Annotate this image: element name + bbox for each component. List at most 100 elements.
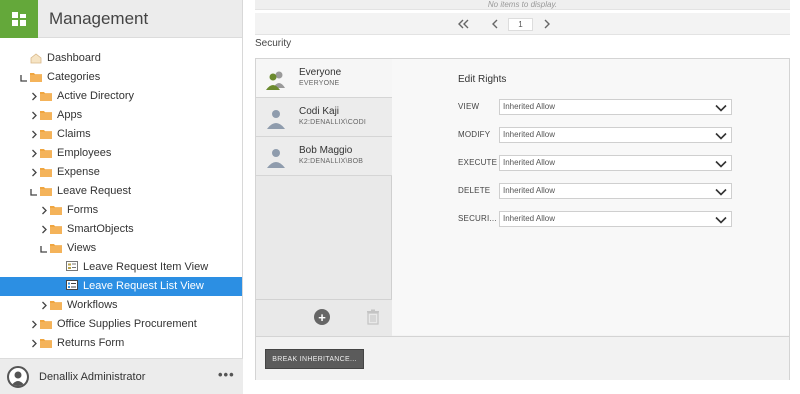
more-options-icon[interactable]: ••• [218, 367, 235, 382]
sidebar-footer: Denallix Administrator ••• [0, 358, 243, 394]
chevron-down-icon [715, 131, 727, 140]
tree-item-label: Apps [57, 109, 83, 121]
folder-icon [50, 204, 62, 218]
tree-item-label: Leave Request Item View [83, 261, 209, 273]
tree-item[interactable]: Employees [0, 144, 242, 163]
tree-item[interactable]: Leave Request Item View [0, 258, 242, 277]
right-permission-select[interactable]: Inherited Allow [499, 155, 732, 171]
user-account: K2:DENALLIX\CODI [299, 119, 366, 126]
tree-item[interactable]: Forms [0, 201, 242, 220]
tree-item-label: Forms [67, 204, 99, 216]
right-label: VIEW [458, 102, 480, 111]
tree-item[interactable]: Leave Request List View [0, 277, 242, 296]
break-inheritance-button[interactable]: BREAK INHERITANCE... [265, 349, 364, 369]
right-row: EXECUTE Inherited Allow [458, 155, 738, 171]
tree-item-label: Leave Request List View [83, 280, 204, 292]
user-list-item[interactable]: Everyone EVERYONE [256, 59, 393, 98]
tree-item[interactable]: SmartObjects [0, 220, 242, 239]
folder-icon [40, 185, 52, 199]
expand-chevron-icon[interactable] [28, 163, 40, 182]
tree-item-label: Employees [57, 147, 112, 159]
tree-item-label: Workflows [67, 299, 118, 311]
security-heading: Security [255, 38, 292, 49]
empty-message: No items to display. [487, 0, 558, 9]
right-permission-select[interactable]: Inherited Allow [499, 183, 732, 199]
pager: 1 [255, 13, 790, 35]
previous-page-icon[interactable] [488, 17, 502, 31]
right-permission-value: Inherited Allow [503, 158, 556, 167]
page-number-input[interactable]: 1 [508, 18, 533, 31]
folder-icon [40, 337, 52, 351]
folder-icon [50, 299, 62, 313]
first-page-icon[interactable] [457, 17, 471, 31]
user-list: + Everyone EVERYONE Codi Kaji K2:DENALLIX\C… [256, 59, 393, 336]
chevron-down-icon [715, 103, 727, 112]
delete-user-icon[interactable] [366, 309, 380, 325]
right-permission-select[interactable]: Inherited Allow [499, 127, 732, 143]
app-title: Management [49, 8, 149, 28]
right-permission-value: Inherited Allow [503, 186, 556, 195]
tree-item-label: Returns Form [57, 337, 125, 349]
user-account: K2:DENALLIX\BOB [299, 158, 364, 165]
collapse-icon[interactable] [38, 239, 50, 258]
right-permission-select[interactable]: Inherited Allow [499, 99, 732, 115]
folder-icon [50, 223, 62, 237]
user-list-item[interactable]: Bob Maggio K2:DENALLIX\BOB [256, 137, 392, 176]
user-name: Everyone [299, 67, 342, 78]
folder-icon [40, 128, 52, 142]
tree-item[interactable]: Categories [0, 68, 242, 87]
right-permission-value: Inherited Allow [503, 102, 556, 111]
expand-chevron-icon[interactable] [28, 334, 40, 353]
right-permission-value: Inherited Allow [503, 130, 556, 139]
tree-item-label: Leave Request [57, 185, 131, 197]
tree-item[interactable]: Office Supplies Procurement [0, 315, 242, 334]
tree-item-label: Categories [47, 71, 101, 83]
collapse-icon[interactable] [28, 182, 40, 201]
expand-chevron-icon[interactable] [38, 201, 50, 220]
next-page-icon[interactable] [540, 17, 554, 31]
right-permission-select[interactable]: Inherited Allow [499, 211, 732, 227]
tree-item[interactable]: Views [0, 239, 242, 258]
right-row: VIEW Inherited Allow [458, 99, 738, 115]
avatar[interactable] [7, 366, 29, 388]
expand-chevron-icon[interactable] [28, 144, 40, 163]
tree-item[interactable]: Workflows [0, 296, 242, 315]
tree-item[interactable]: Leave Request [0, 182, 242, 201]
user-list-item[interactable]: Codi Kaji K2:DENALLIX\CODI [256, 98, 392, 137]
tree-item-label: Office Supplies Procurement [57, 318, 197, 330]
chevron-down-icon [715, 187, 727, 196]
tree-item[interactable]: Active Directory [0, 87, 242, 106]
expand-chevron-icon[interactable] [28, 315, 40, 334]
tree-item-label: Active Directory [57, 90, 135, 102]
right-row: MODIFY Inherited Allow [458, 127, 738, 143]
expand-chevron-icon[interactable] [38, 296, 50, 315]
tree-item[interactable]: Expense [0, 163, 242, 182]
folder-icon [40, 147, 52, 161]
expand-chevron-icon[interactable] [38, 220, 50, 239]
edit-rights-title: Edit Rights [458, 74, 507, 85]
collapse-icon[interactable] [18, 68, 30, 87]
tree-item[interactable]: Apps [0, 106, 242, 125]
app-logo-icon[interactable] [0, 0, 38, 38]
tree-item-label: Claims [57, 128, 91, 140]
add-user-icon[interactable]: + [314, 309, 330, 325]
tree-item-label: Dashboard [47, 52, 101, 64]
right-permission-value: Inherited Allow [503, 214, 556, 223]
security-panel: + Everyone EVERYONE Codi Kaji K2:DENALLIX\C… [255, 58, 790, 380]
folder-icon [30, 71, 42, 85]
right-label: MODIFY [458, 130, 491, 139]
tree-item[interactable]: Dashboard [0, 49, 242, 68]
chevron-down-icon [715, 215, 727, 224]
tree-item[interactable]: Claims [0, 125, 242, 144]
user-account: EVERYONE [299, 80, 340, 87]
list-view-icon [66, 280, 78, 293]
folder-icon [50, 242, 62, 256]
expand-chevron-icon[interactable] [28, 87, 40, 106]
folder-icon [40, 318, 52, 332]
folder-icon [40, 90, 52, 104]
expand-chevron-icon[interactable] [28, 125, 40, 144]
tree-item[interactable]: Returns Form [0, 334, 242, 353]
tree-item-label: SmartObjects [67, 223, 134, 235]
expand-chevron-icon[interactable] [28, 106, 40, 125]
user-icon [265, 146, 287, 168]
